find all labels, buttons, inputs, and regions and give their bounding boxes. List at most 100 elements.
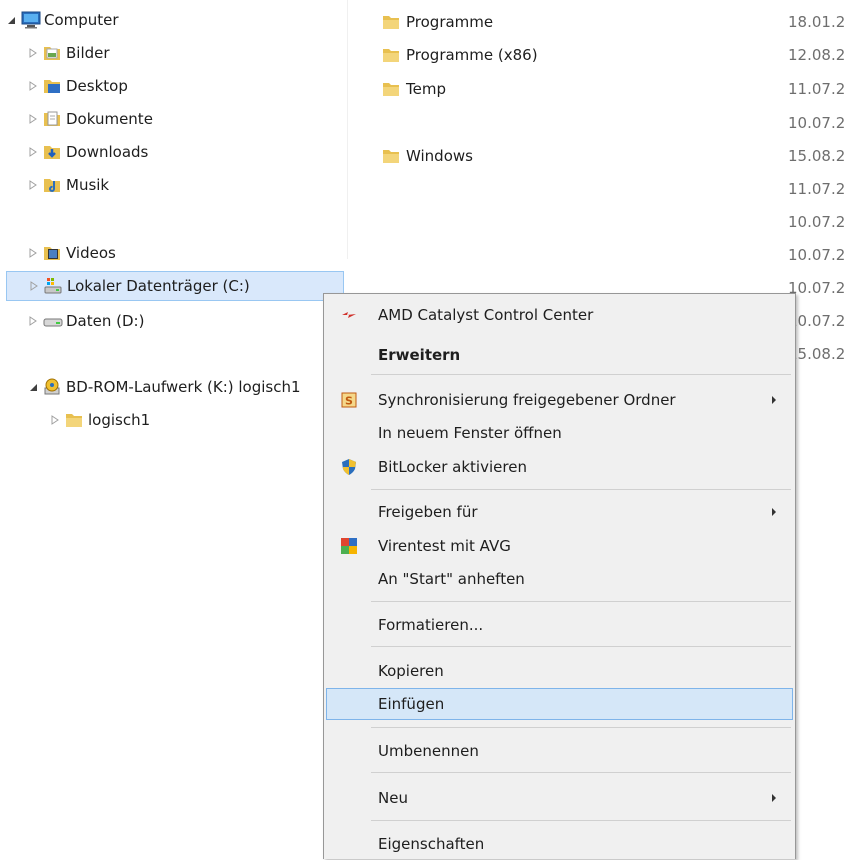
menu-item-label: In neuem Fenster öffnen [378,424,562,442]
bd-rom-icon [43,378,61,396]
file-row[interactable]: 11.07.2 [348,172,846,206]
tree-item-label: Videos [66,244,116,262]
menu-item-label: Freigeben für [378,503,478,521]
submenu-arrow-icon [772,396,776,404]
menu-item-format[interactable]: Formatieren... [326,609,793,641]
menu-item-bitlocker[interactable]: BitLocker aktivieren [326,451,793,483]
tree-item-label: Dokumente [66,110,153,128]
videos-folder-icon [43,244,61,262]
expand-arrow-icon[interactable] [48,415,62,425]
menu-separator [371,489,791,490]
expand-arrow-icon[interactable] [26,248,40,258]
tree-item-musik[interactable]: Musik [0,170,347,200]
tree-item-bd-rom-k[interactable]: BD-ROM-Laufwerk (K:) logisch1 [0,372,347,402]
file-date: 11.07.2 [788,180,846,198]
context-menu: AMD Catalyst Control Center Erweitern S … [323,293,796,859]
tree-item-label: Musik [66,176,110,194]
file-row[interactable]: 10.07.2 [348,238,846,272]
menu-item-pin-to-start[interactable]: An "Start" anheften [326,563,793,595]
file-date: 11.07.2 [788,80,846,98]
menu-item-erweitern[interactable]: Erweitern [326,339,793,371]
menu-item-rename[interactable]: Umbenennen [326,735,793,767]
menu-item-label: Synchronisierung freigegebener Ordner [378,391,676,409]
menu-item-label: Formatieren... [378,616,484,634]
expand-arrow-icon[interactable] [26,48,40,58]
tree-item-label: Bilder [66,44,110,62]
menu-item-label: Erweitern [378,346,461,364]
menu-separator [371,820,791,821]
tree-item-label: Downloads [66,143,149,161]
folder-icon [382,47,400,63]
drive-icon [43,312,63,330]
menu-item-sync-folders[interactable]: S Synchronisierung freigegebener Ordner [326,384,793,416]
tree-item-computer[interactable]: Computer [0,5,347,35]
file-date: 10.07.2 [788,114,846,132]
file-date: 10.07.2 [788,213,846,231]
collapse-arrow-icon[interactable] [26,383,40,392]
expand-arrow-icon[interactable] [27,281,41,291]
menu-item-amd-catalyst[interactable]: AMD Catalyst Control Center [326,299,793,331]
file-row[interactable]: 10.07.2 [348,205,846,239]
tree-item-local-disk-c[interactable]: Lokaler Datenträger (C:) [6,271,344,301]
tree-item-label: Desktop [66,77,128,95]
menu-item-label: An "Start" anheften [378,570,525,588]
folder-icon [382,14,400,30]
expand-arrow-icon[interactable] [26,114,40,124]
desktop-folder-icon [43,77,61,95]
file-row-windows[interactable]: Windows 15.08.2 [348,139,846,173]
documents-folder-icon [43,110,61,128]
shield-icon [340,458,358,476]
music-folder-icon [43,176,61,194]
tree-item-label: Computer [44,11,119,29]
expand-arrow-icon[interactable] [26,81,40,91]
file-date: 15.08.2 [788,147,846,165]
tree-item-logisch1[interactable]: logisch1 [0,405,347,435]
menu-item-open-new-window[interactable]: In neuem Fenster öffnen [326,417,793,449]
pictures-folder-icon [43,44,61,62]
menu-item-paste[interactable]: Einfügen [326,688,793,720]
file-date: 12.08.2 [788,46,846,64]
menu-item-new[interactable]: Neu [326,782,793,814]
menu-item-label: Umbenennen [378,742,479,760]
menu-item-label: Einfügen [378,695,445,713]
tree-item-label: logisch1 [88,411,151,429]
expand-arrow-icon[interactable] [26,180,40,190]
menu-item-avg-scan[interactable]: Virentest mit AVG [326,530,793,562]
file-row[interactable]: 10.07.2 [348,106,846,140]
file-name: Windows [406,147,473,165]
menu-item-label: Eigenschaften [378,835,485,853]
tree-item-desktop[interactable]: Desktop [0,71,347,101]
file-date: 18.01.2 [788,13,846,31]
tree-item-daten-d[interactable]: Daten (D:) [0,306,347,336]
file-date: 15.08.2 [788,345,846,363]
file-row-programme-x86[interactable]: Programme (x86) 12.08.2 [348,38,846,72]
expand-arrow-icon[interactable] [26,147,40,157]
tree-item-label: BD-ROM-Laufwerk (K:) logisch1 [66,378,301,396]
file-date: 10.07.2 [788,246,846,264]
tree-item-label: Lokaler Datenträger (C:) [67,277,250,295]
tree-item-dokumente[interactable]: Dokumente [0,104,347,134]
menu-item-properties[interactable]: Eigenschaften [326,828,793,860]
tree-item-bilder[interactable]: Bilder [0,38,347,68]
tree-item-label: Daten (D:) [66,312,145,330]
sync-icon: S [340,391,358,409]
file-row-programme[interactable]: Programme 18.01.2 [348,5,846,39]
file-date: 10.07.2 [788,312,846,330]
submenu-arrow-icon [772,794,776,802]
menu-item-share-with[interactable]: Freigeben für [326,496,793,528]
menu-item-label: BitLocker aktivieren [378,458,527,476]
expand-arrow-icon[interactable] [26,316,40,326]
file-name: Programme (x86) [406,46,538,64]
menu-separator [371,601,791,602]
menu-item-label: AMD Catalyst Control Center [378,306,594,324]
tree-item-downloads[interactable]: Downloads [0,137,347,167]
file-row-temp[interactable]: Temp 11.07.2 [348,72,846,106]
menu-separator [371,727,791,728]
folder-icon [65,411,83,429]
collapse-arrow-icon[interactable] [4,16,18,25]
tree-item-videos[interactable]: Videos [0,238,347,268]
menu-item-label: Kopieren [378,662,444,680]
menu-item-label: Virentest mit AVG [378,537,511,555]
computer-icon [21,11,41,29]
menu-item-copy[interactable]: Kopieren [326,655,793,687]
